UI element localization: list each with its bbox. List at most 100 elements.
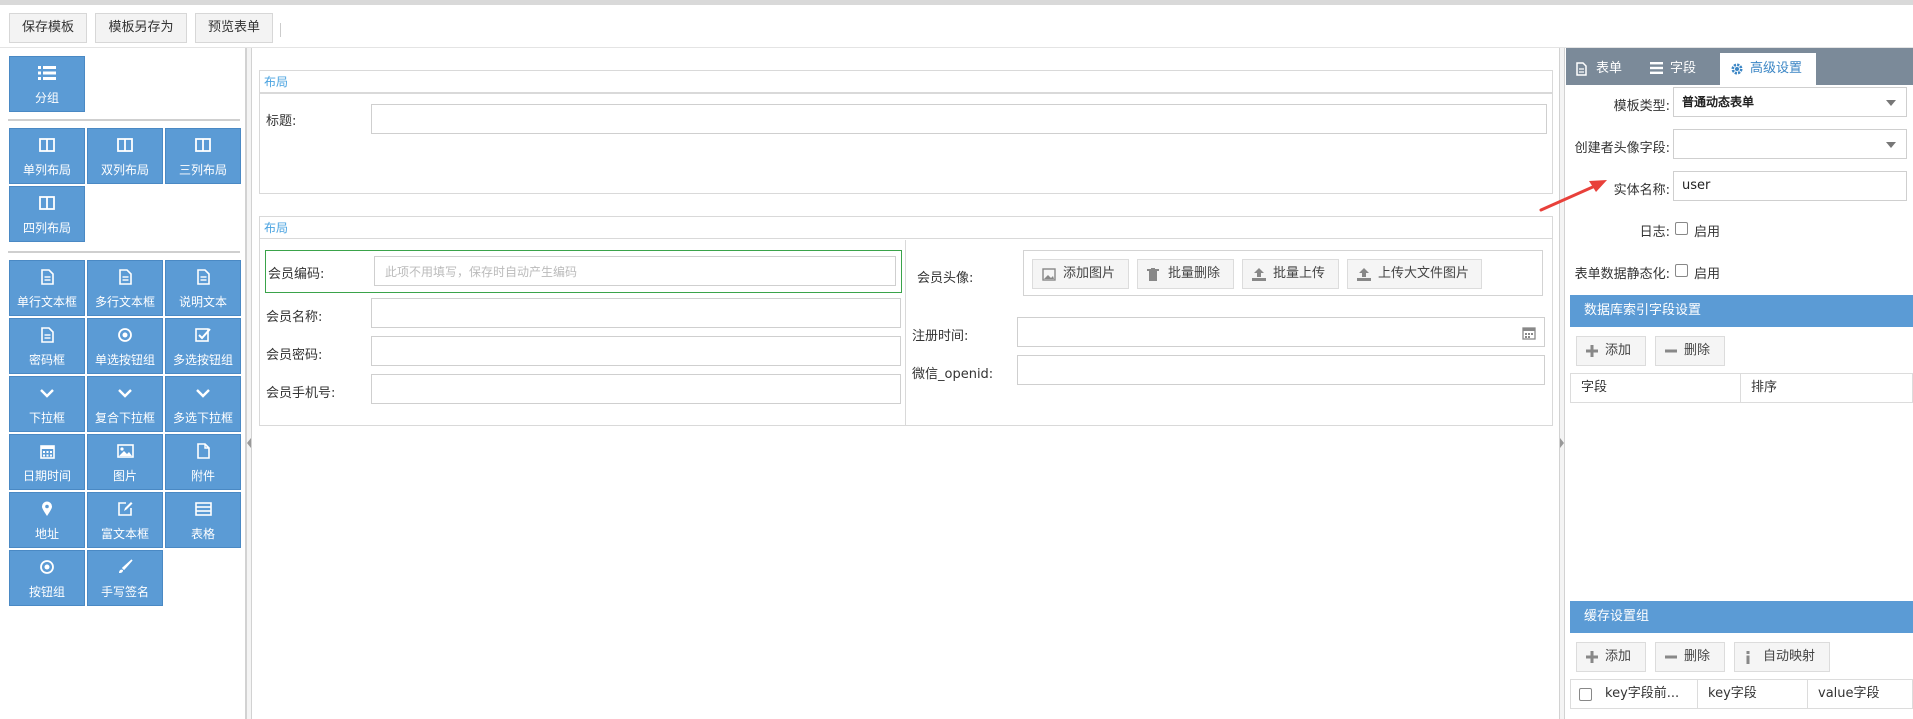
preview-form-button[interactable]: 预览表单 bbox=[195, 13, 273, 43]
db-index-add-label: 添加 bbox=[1605, 343, 1632, 358]
radio-icon bbox=[10, 558, 84, 576]
palette-checkbox-group[interactable]: 多选按钮组 bbox=[165, 318, 241, 374]
gear-icon bbox=[1731, 63, 1743, 75]
static-form-enable-label: 启用 bbox=[1694, 267, 1721, 282]
layout-block-member[interactable]: 布局 会员编码: 此项不用填写，保存时自动产生编码 会员名称: 会员密码: 会员… bbox=[259, 216, 1553, 426]
selected-field-member-code[interactable]: 会员编码: 此项不用填写，保存时自动产生编码 bbox=[265, 250, 902, 293]
batch-delete-button[interactable]: 批量删除 bbox=[1137, 259, 1234, 289]
log-enable-checkbox[interactable] bbox=[1675, 222, 1688, 235]
batch-delete-label: 批量删除 bbox=[1168, 266, 1221, 281]
cache-delete-button[interactable]: 删除 bbox=[1655, 642, 1725, 672]
cache-automap-button[interactable]: 自动映射 bbox=[1734, 642, 1830, 672]
palette-textarea[interactable]: 多行文本框 bbox=[87, 260, 163, 316]
annotation-arrow-icon bbox=[1539, 180, 1607, 212]
save-template-button[interactable]: 保存模板 bbox=[9, 13, 87, 43]
top-toolbar: 保存模板 模板另存为 预览表单 bbox=[0, 0, 1913, 48]
columns-icon bbox=[88, 136, 162, 154]
edit-icon bbox=[88, 500, 162, 518]
tab-fields[interactable]: 字段 bbox=[1640, 53, 1714, 85]
member-password-input[interactable] bbox=[371, 336, 901, 366]
wechat-openid-input[interactable] bbox=[1017, 355, 1545, 385]
tab-advanced-settings[interactable]: 高级设置 bbox=[1720, 53, 1816, 85]
palette-table[interactable]: 表格 bbox=[165, 492, 241, 548]
entity-name-input[interactable]: user bbox=[1673, 171, 1907, 201]
chevron-down-icon bbox=[166, 384, 240, 402]
register-time-input[interactable] bbox=[1017, 317, 1545, 347]
palette-group[interactable]: 分组 bbox=[9, 56, 85, 112]
palette-multi-dropdown[interactable]: 多选下拉框 bbox=[165, 376, 241, 432]
collapse-right-icon[interactable] bbox=[1560, 438, 1564, 448]
creator-avatar-field-label: 创建者头像字段: bbox=[1574, 141, 1670, 156]
db-index-col-field[interactable]: 字段 bbox=[1571, 374, 1741, 402]
static-form-label: 表单数据静态化: bbox=[1574, 267, 1670, 282]
db-index-add-button[interactable]: 添加 bbox=[1576, 336, 1646, 366]
palette-rich-text[interactable]: 富文本框 bbox=[87, 492, 163, 548]
add-image-label: 添加图片 bbox=[1063, 266, 1116, 281]
member-code-input[interactable]: 此项不用填写，保存时自动产生编码 bbox=[374, 256, 896, 286]
db-index-table-header: 字段 排序 bbox=[1570, 373, 1913, 403]
palette-quad-column[interactable]: 四列布局 bbox=[9, 186, 85, 242]
plus-icon bbox=[1586, 345, 1598, 357]
columns-icon bbox=[10, 194, 84, 212]
chevron-down-icon bbox=[10, 384, 84, 402]
palette-item-label: 多行文本框 bbox=[94, 295, 155, 309]
layout-block-title-caption: 布局 bbox=[260, 71, 1552, 93]
map-marker-icon bbox=[10, 500, 84, 518]
plus-icon bbox=[1586, 651, 1598, 663]
palette-item-label: 复合下拉框 bbox=[94, 411, 155, 425]
palette-radio-group[interactable]: 单选按钮组 bbox=[87, 318, 163, 374]
palette-item-label: 按钮组 bbox=[28, 585, 65, 599]
palette-password[interactable]: 密码框 bbox=[9, 318, 85, 374]
file-icon bbox=[1576, 62, 1587, 76]
palette-item-label: 多选按钮组 bbox=[172, 353, 233, 367]
avatar-upload-area: 添加图片 批量删除 批量上传 上传大文件图片 bbox=[1023, 250, 1543, 296]
palette-datetime[interactable]: 日期时间 bbox=[9, 434, 85, 490]
member-name-input[interactable] bbox=[371, 298, 901, 328]
palette-divider bbox=[8, 119, 240, 121]
file-icon bbox=[166, 268, 240, 286]
palette-compound-dropdown[interactable]: 复合下拉框 bbox=[87, 376, 163, 432]
palette-attachment[interactable]: 附件 bbox=[165, 434, 241, 490]
left-splitter[interactable] bbox=[246, 48, 252, 719]
palette-single-column[interactable]: 单列布局 bbox=[9, 128, 85, 184]
collapse-left-icon[interactable] bbox=[247, 438, 251, 448]
palette-text-input[interactable]: 单行文本框 bbox=[9, 260, 85, 316]
panel-tabs: 表单 字段 高级设置 bbox=[1566, 48, 1913, 85]
save-as-template-button[interactable]: 模板另存为 bbox=[95, 13, 187, 43]
palette-button-group[interactable]: 按钮组 bbox=[9, 550, 85, 606]
creator-avatar-field-select[interactable] bbox=[1673, 129, 1907, 159]
template-type-select[interactable]: 普通动态表单 bbox=[1673, 87, 1907, 117]
wechat-openid-label: 微信_openid: bbox=[912, 367, 994, 382]
tab-form[interactable]: 表单 bbox=[1566, 53, 1640, 85]
cache-select-all-checkbox[interactable] bbox=[1579, 688, 1592, 701]
cache-add-button[interactable]: 添加 bbox=[1576, 642, 1646, 672]
template-type-value: 普通动态表单 bbox=[1682, 95, 1755, 109]
palette-description-text[interactable]: 说明文本 bbox=[165, 260, 241, 316]
chevron-down-icon bbox=[88, 384, 162, 402]
image-icon bbox=[88, 442, 162, 460]
static-form-checkbox[interactable] bbox=[1675, 264, 1688, 277]
upload-large-image-button[interactable]: 上传大文件图片 bbox=[1347, 259, 1482, 289]
member-phone-input[interactable] bbox=[371, 374, 901, 404]
palette-dropdown[interactable]: 下拉框 bbox=[9, 376, 85, 432]
palette-image[interactable]: 图片 bbox=[87, 434, 163, 490]
cache-col-key-field[interactable]: key字段 bbox=[1698, 680, 1808, 708]
right-splitter[interactable] bbox=[1559, 48, 1565, 719]
batch-upload-button[interactable]: 批量上传 bbox=[1242, 259, 1339, 289]
palette-address[interactable]: 地址 bbox=[9, 492, 85, 548]
palette-item-label: 单行文本框 bbox=[16, 295, 77, 309]
add-image-button[interactable]: 添加图片 bbox=[1032, 259, 1129, 289]
layout-column-right: 会员头像: 添加图片 批量删除 批量上传 上传大文件图片 注册时间: 微信_op… bbox=[907, 240, 1552, 426]
title-input[interactable] bbox=[371, 104, 1547, 134]
calendar-icon[interactable] bbox=[1522, 326, 1536, 340]
palette-signature[interactable]: 手写签名 bbox=[87, 550, 163, 606]
palette-triple-column[interactable]: 三列布局 bbox=[165, 128, 241, 184]
cache-col-value-field[interactable]: value字段 bbox=[1808, 680, 1912, 708]
layout-block-title[interactable]: 布局 标题: bbox=[259, 70, 1553, 194]
file-icon bbox=[166, 442, 240, 460]
db-index-section-header: 数据库索引字段设置 bbox=[1570, 295, 1913, 327]
db-index-col-order[interactable]: 排序 bbox=[1741, 374, 1912, 402]
cache-col-key-prefix[interactable]: key字段前... bbox=[1595, 680, 1698, 708]
palette-double-column[interactable]: 双列布局 bbox=[87, 128, 163, 184]
db-index-delete-button[interactable]: 删除 bbox=[1655, 336, 1725, 366]
